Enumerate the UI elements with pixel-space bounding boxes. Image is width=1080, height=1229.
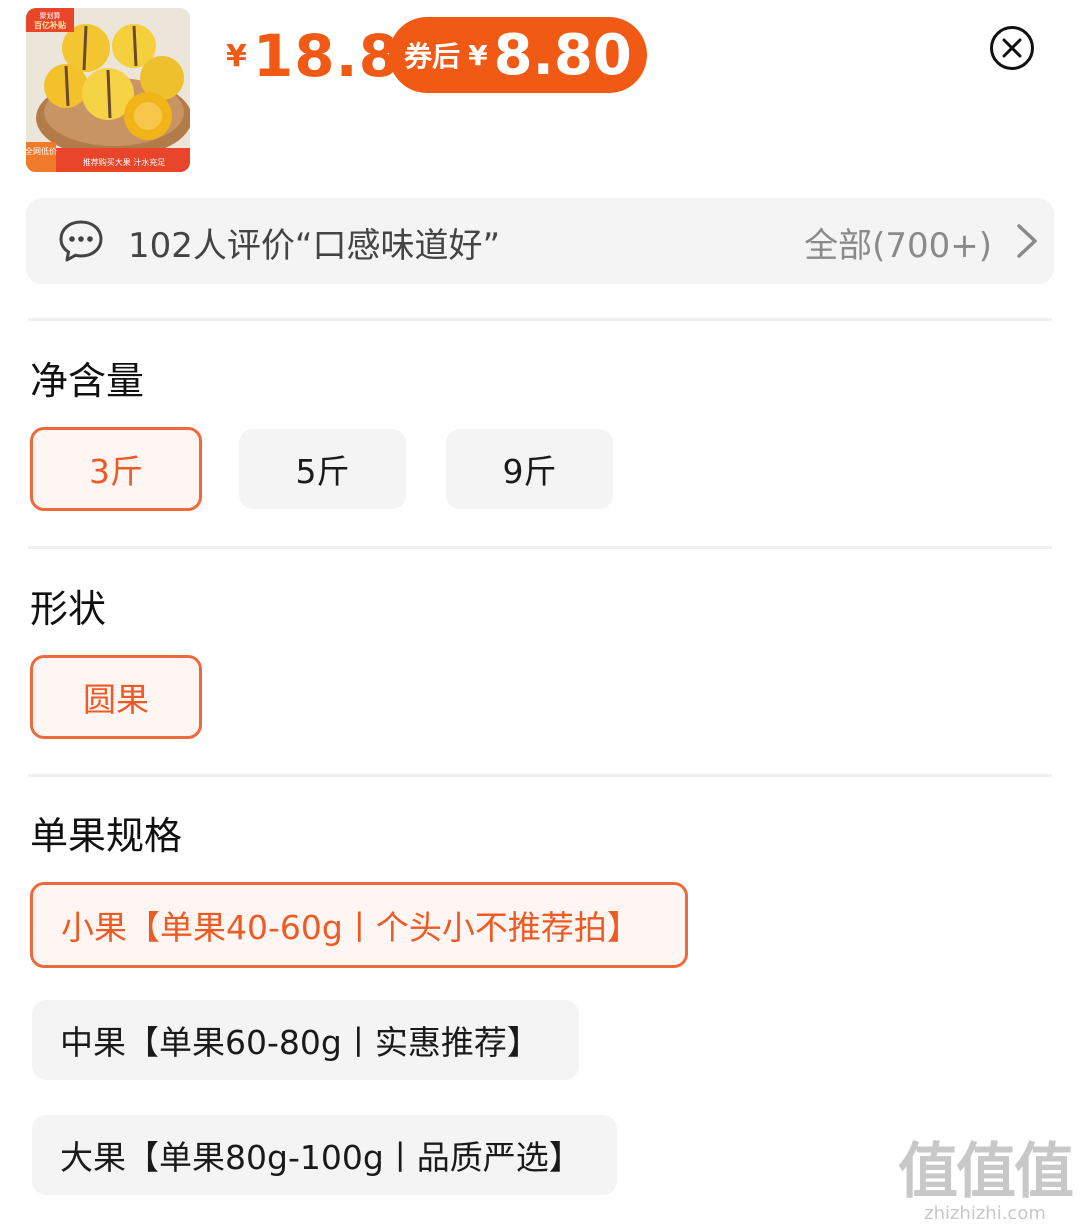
coupon-price-badge: 券后 ¥8.80 [389, 17, 647, 93]
chevron-right-icon [1017, 224, 1037, 258]
product-thumbnail[interactable]: 聚划算 百亿补贴 全网低价 推荐购买大果 汁水充足 [26, 8, 190, 172]
section-title-weight: 净含量 [30, 359, 145, 403]
watermark-logo: 值值值 [898, 1137, 1074, 1207]
option-shape-round[interactable]: 圆果 [30, 655, 202, 739]
original-price: ¥18.8 [226, 22, 400, 90]
thumb-badge-small: 聚划算 [40, 11, 61, 20]
option-size-medium[interactable]: 中果【单果60-80g丨实惠推荐】 [32, 1000, 579, 1080]
section-title-shape: 形状 [30, 587, 107, 631]
coupon-label: 券后 [404, 40, 461, 73]
coupon-currency: ¥ [468, 38, 488, 72]
thumb-badge-big: 百亿补贴 [34, 20, 66, 30]
close-button[interactable] [989, 25, 1035, 71]
option-weight-3[interactable]: 3斤 [30, 427, 202, 511]
chat-bubble-icon [59, 220, 103, 262]
thumb-banner-text: 推荐购买大果 汁水充足 [83, 157, 166, 167]
divider [28, 546, 1052, 549]
option-weight-9[interactable]: 9斤 [446, 429, 613, 509]
close-circle-icon [990, 26, 1034, 70]
price-value: 18.8 [252, 22, 400, 90]
watermark: 值值值 zhizhizhi.com [898, 1137, 1074, 1224]
option-size-small[interactable]: 小果【单果40-60g丨个头小不推荐拍】 [30, 882, 688, 968]
option-size-large[interactable]: 大果【单果80g-100g丨品质严选】 [32, 1115, 617, 1195]
watermark-url: zhizhizhi.com [924, 1203, 1046, 1224]
coupon-value: 8.80 [493, 22, 632, 88]
review-summary-bar[interactable]: 102人评价“口感味道好” 全部(700+) [26, 198, 1054, 284]
review-summary-text: 102人评价“口感味道好” [128, 226, 501, 266]
review-all-link[interactable]: 全部(700+) [804, 218, 992, 267]
option-weight-5[interactable]: 5斤 [239, 429, 406, 509]
product-image: 聚划算 百亿补贴 全网低价 推荐购买大果 汁水充足 [26, 8, 190, 172]
divider [28, 774, 1052, 777]
thumb-badge-bottom: 全网低价 [26, 146, 57, 156]
price-currency: ¥ [226, 39, 247, 74]
divider [28, 318, 1052, 321]
section-title-size: 单果规格 [30, 814, 183, 858]
